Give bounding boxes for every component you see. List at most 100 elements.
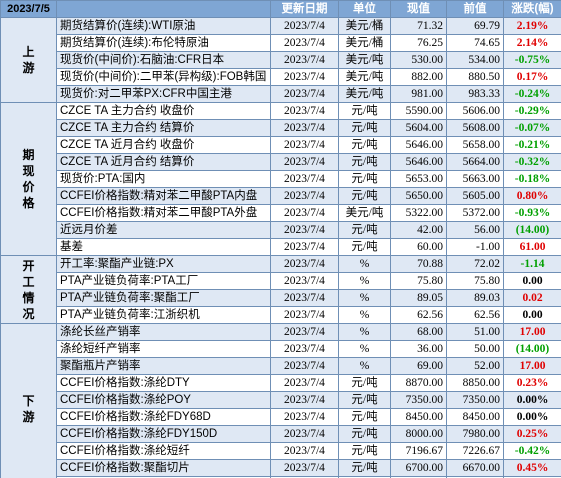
update-date: 2023/7/4 bbox=[270, 119, 339, 137]
update-date: 2023/7/4 bbox=[270, 459, 339, 477]
spreadsheet-view: 2023/7/5 更新日期 单位 现值 前值 涨跌(幅) 上游期货结算价(连续)… bbox=[0, 0, 561, 478]
current-value: 6700.00 bbox=[390, 459, 447, 477]
previous-value: 52.00 bbox=[446, 357, 504, 375]
table-row[interactable]: 现货价:对二甲苯PX:CFR中国主港 2023/7/4 美元/吨 981.00 983.… bbox=[1, 85, 561, 103]
change-value: -0.21% bbox=[503, 136, 561, 154]
unit: 元/吨 bbox=[338, 425, 391, 443]
indicator-name: 现货价:对二甲苯PX:CFR中国主港 bbox=[56, 85, 271, 103]
previous-value: 7350.00 bbox=[446, 391, 504, 409]
previous-value: 8850.00 bbox=[446, 374, 504, 392]
table-row[interactable]: 现货价(中间价):石脑油:CFR日本 2023/7/4 美元/吨 530.00 534.… bbox=[1, 51, 561, 69]
change-value: -0.29% bbox=[503, 102, 561, 120]
current-value: 5653.00 bbox=[390, 170, 447, 188]
current-value: 89.05 bbox=[390, 289, 447, 307]
unit: % bbox=[338, 357, 391, 375]
table-row[interactable]: 现货价:PTA:国内 2023/7/4 元/吨 5653.00 5663.00 -0.18… bbox=[1, 170, 561, 188]
table-row[interactable]: CCFEI价格指数:精对苯二甲酸PTA内盘 2023/7/4 元/吨 5650.00 5… bbox=[1, 187, 561, 205]
table-row[interactable]: CCFEI价格指数:涤纶DTY 2023/7/4 元/吨 8870.00 8850.00… bbox=[1, 374, 561, 392]
current-value: 882.00 bbox=[390, 68, 447, 86]
update-date: 2023/7/4 bbox=[270, 170, 339, 188]
table-row[interactable]: 近远月价差 2023/7/4 元/吨 42.00 56.00 (14.00) bbox=[1, 221, 561, 239]
indicator-name: CCFEI价格指数:涤纶短纤 bbox=[56, 442, 271, 460]
table-row[interactable]: CZCE TA 近月合约 结算价 2023/7/4 元/吨 5646.00 5664.0… bbox=[1, 153, 561, 171]
indicator-name: PTA产业链负荷率:江浙织机 bbox=[56, 306, 271, 324]
update-date: 2023/7/4 bbox=[270, 136, 339, 154]
previous-value: 5663.00 bbox=[446, 170, 504, 188]
unit: % bbox=[338, 289, 391, 307]
table-row[interactable]: 期现价格 CZCE TA 主力合约 收盘价 2023/7/4 元/吨 5590.00 56… bbox=[0, 102, 561, 256]
table-row[interactable]: PTA产业链负荷率:聚酯工厂 2023/7/4% 89.05 89.03 0.02 bbox=[1, 289, 561, 307]
header-change: 涨跌(幅) bbox=[503, 0, 561, 18]
group-label: 下游 bbox=[0, 323, 57, 478]
table-row[interactable]: CCFEI价格指数:涤纶POY 2023/7/4 元/吨 7350.00 7350.00… bbox=[1, 391, 561, 409]
current-value: 8870.00 bbox=[390, 374, 447, 392]
unit: 美元/桶 bbox=[338, 17, 391, 35]
group-label-char: 下 bbox=[22, 393, 35, 408]
group-label-char: 上 bbox=[22, 45, 35, 59]
change-value: 0.45% bbox=[503, 459, 561, 477]
table-row[interactable]: CZCE TA 主力合约 结算价 2023/7/4 元/吨 5604.00 5608.0… bbox=[1, 119, 561, 137]
previous-value: 7980.00 bbox=[446, 425, 504, 443]
table-row[interactable]: 聚酯瓶片产销率 2023/7/4% 69.00 52.00 17.00 bbox=[1, 357, 561, 375]
indicator-name: 聚酯瓶片产销率 bbox=[56, 357, 271, 375]
group-label-char: 价 bbox=[22, 180, 35, 194]
previous-value: 50.00 bbox=[446, 340, 504, 358]
unit: 元/吨 bbox=[338, 119, 391, 137]
previous-value: 74.65 bbox=[446, 34, 504, 52]
update-date: 2023/7/4 bbox=[270, 51, 339, 69]
table-row[interactable]: CCFEI价格指数:精对苯二甲酸PTA外盘 2023/7/4 美元/吨 5322.00… bbox=[1, 204, 561, 222]
table-row[interactable]: PTA产业链负荷率:江浙织机 2023/7/4% 62.56 62.56 0.00 bbox=[1, 306, 561, 324]
current-value: 981.00 bbox=[390, 85, 447, 103]
table-row[interactable]: CZCE TA 近月合约 收盘价 2023/7/4 元/吨 5646.00 5658.0… bbox=[1, 136, 561, 154]
indicator-name: 涤纶短纤产销率 bbox=[56, 340, 271, 358]
table-row[interactable]: PTA产业链负荷率:PTA工厂 2023/7/4% 75.80 75.80 0.00 bbox=[1, 272, 561, 290]
previous-value: 89.03 bbox=[446, 289, 504, 307]
table-row[interactable]: 开工情况开工率:聚酯产业链:PX 2023/7/4% 70.88 72.02 -1.14 bbox=[0, 255, 561, 324]
unit: 美元/吨 bbox=[338, 51, 391, 69]
unit: 元/吨 bbox=[338, 136, 391, 154]
change-value: 0.00 bbox=[503, 306, 561, 324]
change-value: -0.07% bbox=[503, 119, 561, 137]
unit: 元/吨 bbox=[338, 170, 391, 188]
indicator-name: PTA产业链负荷率:聚酯工厂 bbox=[56, 289, 271, 307]
current-value: 60.00 bbox=[390, 238, 447, 256]
previous-value: 880.50 bbox=[446, 68, 504, 86]
previous-value: 5606.00 bbox=[446, 102, 504, 120]
table-row[interactable]: CCFEI价格指数:涤纶短纤 2023/7/4 元/吨 7196.67 7226.67-… bbox=[1, 442, 561, 460]
update-date: 2023/7/4 bbox=[270, 272, 339, 290]
header-row: 2023/7/5 更新日期 单位 现值 前值 涨跌(幅) bbox=[0, 0, 561, 18]
table-row[interactable]: 上游期货结算价(连续):WTI原油 2023/7/4 美元/桶 71.32 69.79 2… bbox=[0, 17, 561, 103]
current-value: 5646.00 bbox=[390, 153, 447, 171]
unit: 元/吨 bbox=[338, 374, 391, 392]
current-value: 8450.00 bbox=[390, 408, 447, 426]
table-row[interactable]: 下游涤纶长丝产销率 2023/7/4% 68.00 51.00 17.00 bbox=[0, 323, 561, 478]
current-value: 5322.00 bbox=[390, 204, 447, 222]
change-value: -0.24% bbox=[503, 85, 561, 103]
current-value: 62.56 bbox=[390, 306, 447, 324]
change-value: 61.00 bbox=[503, 238, 561, 256]
change-value: 0.80% bbox=[503, 187, 561, 205]
table-row[interactable]: 基差 2023/7/4 元/吨 60.00 -1.00 61.00 bbox=[1, 238, 561, 256]
unit: 美元/吨 bbox=[338, 68, 391, 86]
previous-value: 5605.00 bbox=[446, 187, 504, 205]
table-row[interactable]: 期货结算价(连续):布伦特原油 2023/7/4 美元/桶 76.25 74.65 2.1… bbox=[1, 34, 561, 52]
change-value: 17.00 bbox=[503, 323, 561, 341]
unit: % bbox=[338, 272, 391, 290]
previous-value: 69.79 bbox=[446, 17, 504, 35]
previous-value: 5608.00 bbox=[446, 119, 504, 137]
table-row[interactable]: 现货价(中间价):二甲苯(异构级):FOB韩国 2023/7/4 美元/吨 882.0… bbox=[1, 68, 561, 86]
previous-value: 5664.00 bbox=[446, 153, 504, 171]
table-body: 上游期货结算价(连续):WTI原油 2023/7/4 美元/桶 71.32 69.79 2… bbox=[0, 17, 561, 478]
current-value: 70.88 bbox=[390, 255, 447, 273]
change-value: -0.93% bbox=[503, 204, 561, 222]
current-value: 68.00 bbox=[390, 323, 447, 341]
table-row[interactable]: CCFEI价格指数:涤纶FDY68D 2023/7/4 元/吨 8450.00 8450… bbox=[1, 408, 561, 426]
update-date: 2023/7/4 bbox=[270, 187, 339, 205]
indicator-name: 期货结算价(连续):WTI原油 bbox=[56, 17, 271, 35]
table-row[interactable]: CCFEI价格指数:聚酯切片 2023/7/4 元/吨 6700.00 6670.00 0… bbox=[1, 459, 561, 477]
indicator-name: CCFEI价格指数:聚酯切片 bbox=[56, 459, 271, 477]
indicator-name: CCFEI价格指数:涤纶FDY68D bbox=[56, 408, 271, 426]
indicator-name: 近远月价差 bbox=[56, 221, 271, 239]
table-row[interactable]: CCFEI价格指数:涤纶FDY150D 2023/7/4 元/吨 8000.00 798… bbox=[1, 425, 561, 443]
table-row[interactable]: 涤纶短纤产销率 2023/7/4% 36.00 50.00 (14.00) bbox=[1, 340, 561, 358]
